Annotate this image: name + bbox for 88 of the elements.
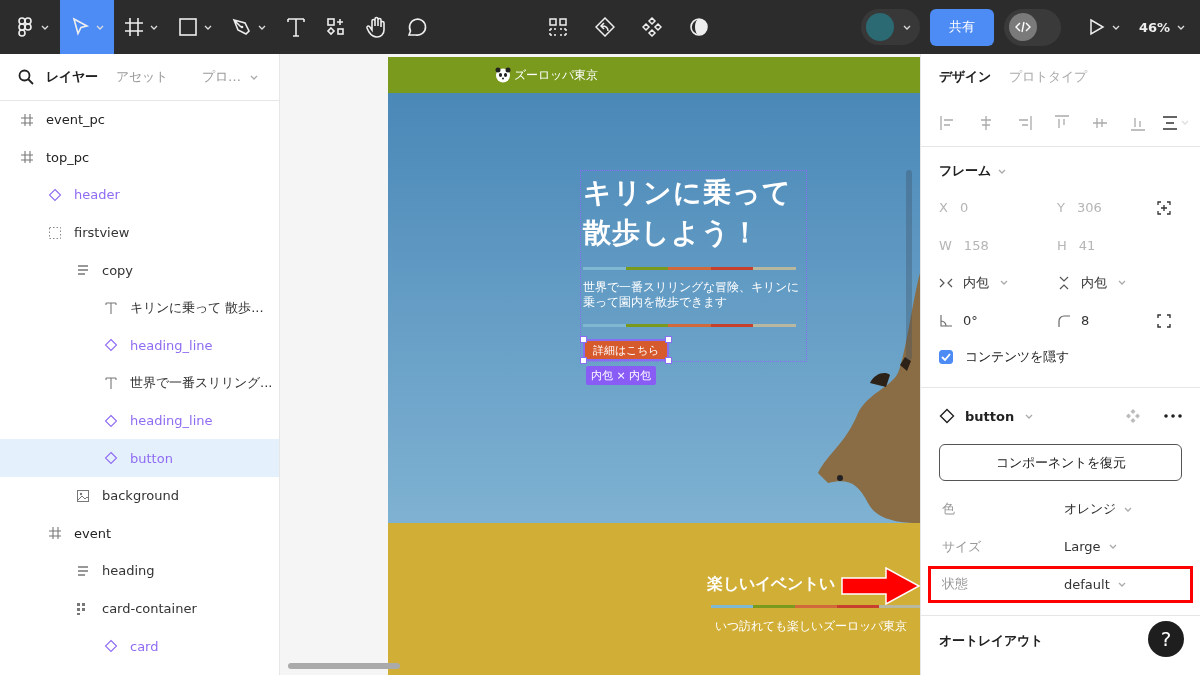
hero-text: 世界で一番スリリングな冒険、キリンに乗って園内を散歩できます	[583, 280, 800, 310]
diamond-arrow-icon[interactable]	[595, 17, 615, 37]
rectangle-icon	[177, 16, 199, 38]
layer-item[interactable]: top_pc	[0, 138, 279, 177]
text-icon	[104, 375, 118, 390]
diamond-icon	[104, 338, 118, 353]
property-dropdown[interactable]: default	[1064, 576, 1127, 592]
hand-icon	[365, 16, 387, 38]
comment-icon	[405, 16, 427, 38]
resources-icon	[325, 16, 347, 38]
text-icon	[104, 300, 118, 315]
panda-logo-icon	[495, 67, 511, 83]
dashed-grid-icon[interactable]	[548, 17, 568, 37]
property-label: サイズ	[942, 537, 982, 556]
component-name[interactable]: button	[965, 408, 1015, 424]
dotted-frame-icon	[48, 225, 62, 240]
layer-item[interactable]: event_pc	[0, 101, 279, 139]
image-icon	[76, 488, 90, 503]
resize-handle[interactable]	[580, 357, 587, 364]
size-badge: 内包 × 内包	[586, 366, 657, 385]
diamond-icon	[48, 188, 62, 202]
frame-icon	[48, 526, 62, 541]
resize-handle[interactable]	[580, 336, 587, 343]
focus-icon[interactable]	[1157, 200, 1171, 215]
corner-radius-icon	[1057, 313, 1071, 328]
help-button[interactable]: ?	[1148, 621, 1184, 657]
horizontal-resize-icon	[939, 276, 953, 290]
layer-item[interactable]: heading	[0, 552, 279, 590]
pen-icon	[231, 16, 253, 38]
event-heading: 楽しいイベントい	[707, 574, 835, 595]
details-button[interactable]: 詳細はこちら	[583, 339, 669, 361]
resizing-dropdown[interactable]: 内包	[1057, 264, 1157, 302]
event-subtitle: いつ訪れても楽しいズーロッパ東京	[715, 618, 907, 635]
hero-heading: 散歩しよう！	[583, 215, 760, 251]
checkbox-label: コンテンツを隠す	[965, 348, 1069, 367]
layer-item[interactable]: header	[0, 176, 279, 214]
resizing-dropdown[interactable]: 内包	[939, 264, 1057, 302]
resize-handle[interactable]	[665, 357, 672, 364]
dev-mode-toggle[interactable]	[1003, 8, 1061, 46]
rotation-field[interactable]: 0°	[939, 301, 1057, 340]
diamond-icon	[104, 413, 118, 428]
reset-component-button[interactable]: コンポーネントを復元	[939, 444, 1182, 482]
property-label: 色	[942, 500, 956, 519]
hero-heading: キリンに乗って	[583, 175, 792, 211]
text-icon	[285, 16, 307, 38]
scrollbar[interactable]	[906, 170, 912, 360]
corner-expand-icon[interactable]	[1157, 313, 1171, 328]
checkbox[interactable]	[939, 350, 953, 365]
layer-item[interactable]: firstview	[0, 213, 279, 252]
layer-item[interactable]: card	[0, 627, 279, 665]
vertical-resize-icon	[1057, 276, 1071, 290]
layer-item[interactable]: heading_line	[0, 326, 279, 365]
angle-icon	[939, 313, 953, 328]
panel-tab[interactable]: レイヤー	[46, 68, 98, 86]
frame-icon	[20, 150, 34, 165]
components-icon[interactable]	[642, 17, 662, 37]
property-label: 状態	[942, 575, 969, 594]
search-icon[interactable]	[18, 69, 34, 85]
layer-item[interactable]: event	[0, 514, 279, 553]
layer-item[interactable]: 世界で一番スリリング...	[0, 364, 279, 402]
frame-icon	[123, 16, 145, 38]
zoom-level[interactable]: 46%	[1138, 19, 1170, 35]
radius-field[interactable]: 8	[1057, 301, 1157, 340]
lines-icon	[76, 263, 90, 278]
distribute-menu[interactable]	[1161, 113, 1190, 132]
layer-item[interactable]: background	[0, 476, 279, 515]
property-dropdown[interactable]: オレンジ	[1064, 500, 1133, 519]
layer-item[interactable]: heading_line	[0, 401, 279, 440]
scrollbar[interactable]	[288, 663, 400, 669]
avatar	[865, 13, 894, 41]
diamond-icon	[104, 639, 118, 654]
frame-icon	[20, 112, 34, 127]
layer-item[interactable]: copy	[0, 251, 279, 289]
distribute-icon	[1161, 113, 1179, 132]
lines-icon	[76, 563, 90, 578]
resize-handle[interactable]	[665, 336, 672, 343]
more-icon[interactable]	[1164, 414, 1182, 419]
code-icon	[1008, 13, 1037, 41]
section-title[interactable]: フレーム	[939, 162, 991, 180]
layer-item[interactable]: card-container	[0, 589, 279, 628]
property-dropdown[interactable]: Large	[1064, 539, 1118, 555]
logo-text: ズーロッパ東京	[514, 66, 598, 84]
panel-tab[interactable]: デザイン	[939, 68, 991, 99]
section-title[interactable]: オートレイアウト	[939, 633, 1043, 649]
layer-item[interactable]: キリンに乗って 散歩...	[0, 288, 279, 327]
diamond-icon	[939, 408, 955, 425]
diamond-icon	[104, 451, 118, 466]
contrast-icon[interactable]	[689, 17, 709, 37]
